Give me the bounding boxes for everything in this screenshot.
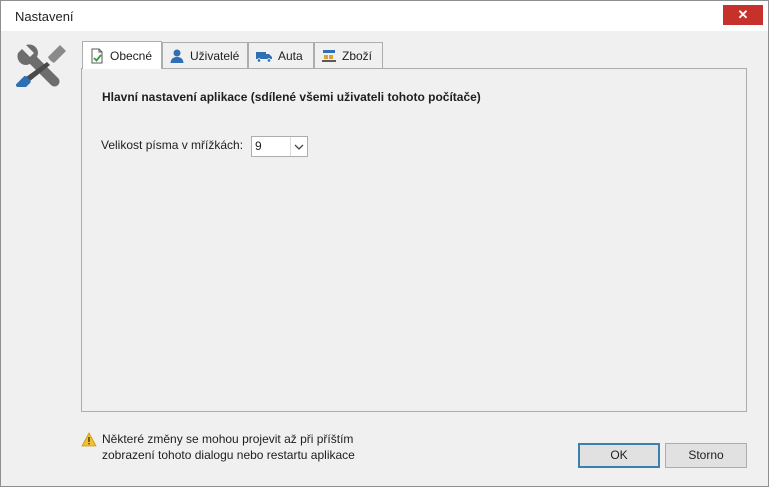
warning-message: Některé změny se mohou projevit až při p… <box>102 431 355 463</box>
warning-line-2: zobrazení tohoto dialogu nebo restartu a… <box>102 448 355 462</box>
truck-icon <box>256 51 272 63</box>
tab-general-label: Obecné <box>110 48 153 63</box>
cancel-button[interactable]: Storno <box>665 443 747 468</box>
font-size-value: 9 <box>255 139 262 153</box>
tab-users[interactable]: Uživatelé <box>162 42 248 68</box>
window-title: Nastavení <box>15 9 74 24</box>
section-heading: Hlavní nastavení aplikace (sdílené všemi… <box>102 90 481 104</box>
font-size-select[interactable]: 9 <box>251 136 308 157</box>
title-bar[interactable]: Nastavení ✕ <box>1 1 768 31</box>
tab-goods-label: Zboží <box>342 48 373 63</box>
user-icon <box>170 49 184 63</box>
general-tab-panel: Hlavní nastavení aplikace (sdílené všemi… <box>81 68 747 412</box>
tools-icon <box>16 44 66 87</box>
tab-cars-label: Auta <box>278 48 303 63</box>
warning-line-1: Některé změny se mohou projevit až při p… <box>102 432 354 446</box>
font-size-label: Velikost písma v mřížkách: <box>101 138 244 152</box>
tab-users-label: Uživatelé <box>190 48 240 63</box>
warning-icon <box>81 432 97 447</box>
close-button[interactable]: ✕ <box>723 5 763 25</box>
dropdown-arrow[interactable] <box>290 137 307 156</box>
tab-cars[interactable]: Auta <box>248 42 314 68</box>
chevron-down-icon <box>294 144 304 150</box>
tab-general[interactable]: Obecné <box>82 41 162 69</box>
ok-button[interactable]: OK <box>578 443 660 468</box>
tab-goods[interactable]: Zboží <box>314 42 383 68</box>
goods-icon <box>322 49 336 62</box>
settings-dialog: Nastavení ✕ Obecné Uživatelé Auta Zboží … <box>0 0 769 487</box>
document-check-icon <box>91 48 103 63</box>
